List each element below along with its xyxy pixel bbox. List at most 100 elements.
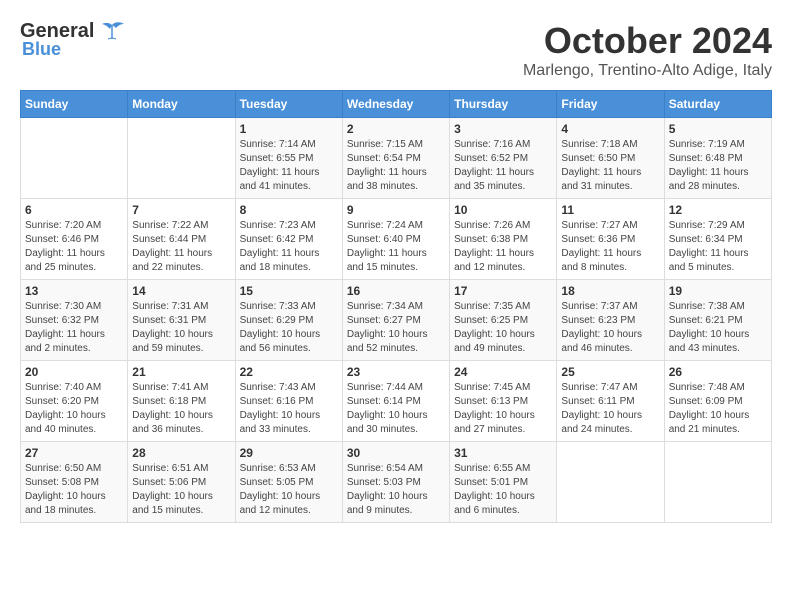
day-detail: Sunrise: 7:40 AM Sunset: 6:20 PM Dayligh… [25, 381, 123, 437]
day-detail: Sunrise: 7:38 AM Sunset: 6:21 PM Dayligh… [669, 300, 767, 356]
day-number: 31 [454, 446, 552, 460]
calendar-cell: 5 Sunrise: 7:19 AM Sunset: 6:48 PM Daylig… [664, 118, 771, 199]
day-detail: Sunrise: 7:24 AM Sunset: 6:40 PM Dayligh… [347, 219, 445, 275]
calendar-cell: 15 Sunrise: 7:33 AM Sunset: 6:29 PM Dayli… [235, 280, 342, 361]
calendar-cell: 8Sunrise: 7:23 AM Sunset: 6:42 PM Daylig… [235, 199, 342, 280]
calendar-table: SundayMondayTuesdayWednesdayThursdayFrid… [20, 90, 772, 523]
calendar-cell: 4 Sunrise: 7:18 AM Sunset: 6:50 PM Daylig… [557, 118, 664, 199]
calendar-cell: 24Sunrise: 7:45 AM Sunset: 6:13 PM Dayli… [450, 361, 557, 442]
day-header-thursday: Thursday [450, 91, 557, 118]
day-number: 15 [240, 284, 338, 298]
day-number: 8 [240, 203, 338, 217]
calendar-cell: 1Sunrise: 7:14 AM Sunset: 6:55 PM Daylig… [235, 118, 342, 199]
day-detail: Sunrise: 7:31 AM Sunset: 6:31 PM Dayligh… [132, 300, 230, 356]
calendar-cell: 21 Sunrise: 7:41 AM Sunset: 6:18 PM Dayli… [128, 361, 235, 442]
calendar-cell: 19 Sunrise: 7:38 AM Sunset: 6:21 PM Dayli… [664, 280, 771, 361]
day-detail: Sunrise: 7:20 AM Sunset: 6:46 PM Dayligh… [25, 219, 123, 275]
month-title: October 2024 [523, 20, 772, 62]
calendar-cell [21, 118, 128, 199]
calendar-cell: 23 Sunrise: 7:44 AM Sunset: 6:14 PM Dayli… [342, 361, 449, 442]
calendar-cell: 7 Sunrise: 7:22 AM Sunset: 6:44 PM Daylig… [128, 199, 235, 280]
calendar-cell: 6 Sunrise: 7:20 AM Sunset: 6:46 PM Daylig… [21, 199, 128, 280]
day-number: 14 [132, 284, 230, 298]
page-header: General Blue October 2024 Marlengo, Tren… [20, 20, 772, 80]
calendar-cell: 17 Sunrise: 7:35 AM Sunset: 6:25 PM Dayli… [450, 280, 557, 361]
logo: General Blue [20, 20, 126, 60]
day-detail: Sunrise: 7:27 AM Sunset: 6:36 PM Dayligh… [561, 219, 659, 275]
day-number: 19 [669, 284, 767, 298]
day-detail: Sunrise: 7:35 AM Sunset: 6:25 PM Dayligh… [454, 300, 552, 356]
logo-blue: Blue [22, 39, 61, 60]
day-detail: Sunrise: 7:47 AM Sunset: 6:11 PM Dayligh… [561, 381, 659, 437]
calendar-cell: 18 Sunrise: 7:37 AM Sunset: 6:23 PM Dayli… [557, 280, 664, 361]
title-block: October 2024 Marlengo, Trentino-Alto Adi… [523, 20, 772, 80]
day-number: 26 [669, 365, 767, 379]
day-detail: Sunrise: 7:34 AM Sunset: 6:27 PM Dayligh… [347, 300, 445, 356]
day-number: 9 [347, 203, 445, 217]
day-number: 2 [347, 122, 445, 136]
day-header-monday: Monday [128, 91, 235, 118]
calendar-cell: 25 Sunrise: 7:47 AM Sunset: 6:11 PM Dayli… [557, 361, 664, 442]
day-detail: Sunrise: 7:43 AM Sunset: 6:16 PM Dayligh… [240, 381, 338, 437]
day-number: 6 [25, 203, 123, 217]
day-number: 12 [669, 203, 767, 217]
day-number: 11 [561, 203, 659, 217]
calendar-cell: 28Sunrise: 6:51 AM Sunset: 5:06 PM Dayli… [128, 442, 235, 523]
day-detail: Sunrise: 7:19 AM Sunset: 6:48 PM Dayligh… [669, 138, 767, 194]
calendar-cell: 31 Sunrise: 6:55 AM Sunset: 5:01 PM Dayli… [450, 442, 557, 523]
calendar-week-2: 6 Sunrise: 7:20 AM Sunset: 6:46 PM Daylig… [21, 199, 772, 280]
day-number: 25 [561, 365, 659, 379]
day-detail: Sunrise: 7:37 AM Sunset: 6:23 PM Dayligh… [561, 300, 659, 356]
day-number: 7 [132, 203, 230, 217]
calendar-cell: 30Sunrise: 6:54 AM Sunset: 5:03 PM Dayli… [342, 442, 449, 523]
day-number: 30 [347, 446, 445, 460]
day-number: 22 [240, 365, 338, 379]
day-detail: Sunrise: 7:41 AM Sunset: 6:18 PM Dayligh… [132, 381, 230, 437]
day-detail: Sunrise: 7:22 AM Sunset: 6:44 PM Dayligh… [132, 219, 230, 275]
calendar-cell: 3 Sunrise: 7:16 AM Sunset: 6:52 PM Daylig… [450, 118, 557, 199]
day-detail: Sunrise: 7:16 AM Sunset: 6:52 PM Dayligh… [454, 138, 552, 194]
calendar-cell: 16 Sunrise: 7:34 AM Sunset: 6:27 PM Dayli… [342, 280, 449, 361]
calendar-week-1: 1Sunrise: 7:14 AM Sunset: 6:55 PM Daylig… [21, 118, 772, 199]
day-number: 16 [347, 284, 445, 298]
calendar-cell: 12 Sunrise: 7:29 AM Sunset: 6:34 PM Dayli… [664, 199, 771, 280]
day-number: 29 [240, 446, 338, 460]
calendar-cell: 11 Sunrise: 7:27 AM Sunset: 6:36 PM Dayli… [557, 199, 664, 280]
day-number: 21 [132, 365, 230, 379]
day-detail: Sunrise: 7:48 AM Sunset: 6:09 PM Dayligh… [669, 381, 767, 437]
day-detail: Sunrise: 7:33 AM Sunset: 6:29 PM Dayligh… [240, 300, 338, 356]
day-header-saturday: Saturday [664, 91, 771, 118]
day-detail: Sunrise: 7:45 AM Sunset: 6:13 PM Dayligh… [454, 381, 552, 437]
day-number: 5 [669, 122, 767, 136]
day-header-sunday: Sunday [21, 91, 128, 118]
day-detail: Sunrise: 7:26 AM Sunset: 6:38 PM Dayligh… [454, 219, 552, 275]
day-detail: Sunrise: 6:50 AM Sunset: 5:08 PM Dayligh… [25, 462, 123, 518]
calendar-cell: 13 Sunrise: 7:30 AM Sunset: 6:32 PM Dayli… [21, 280, 128, 361]
day-detail: Sunrise: 7:29 AM Sunset: 6:34 PM Dayligh… [669, 219, 767, 275]
day-number: 3 [454, 122, 552, 136]
calendar-cell: 10Sunrise: 7:26 AM Sunset: 6:38 PM Dayli… [450, 199, 557, 280]
calendar-cell: 2 Sunrise: 7:15 AM Sunset: 6:54 PM Daylig… [342, 118, 449, 199]
day-detail: Sunrise: 6:51 AM Sunset: 5:06 PM Dayligh… [132, 462, 230, 518]
day-detail: Sunrise: 7:14 AM Sunset: 6:55 PM Dayligh… [240, 138, 338, 194]
day-header-friday: Friday [557, 91, 664, 118]
day-number: 20 [25, 365, 123, 379]
day-header-wednesday: Wednesday [342, 91, 449, 118]
day-detail: Sunrise: 7:15 AM Sunset: 6:54 PM Dayligh… [347, 138, 445, 194]
logo-bird-icon [98, 21, 126, 43]
location-title: Marlengo, Trentino-Alto Adige, Italy [523, 62, 772, 80]
calendar-cell: 14 Sunrise: 7:31 AM Sunset: 6:31 PM Dayli… [128, 280, 235, 361]
day-detail: Sunrise: 7:44 AM Sunset: 6:14 PM Dayligh… [347, 381, 445, 437]
day-number: 13 [25, 284, 123, 298]
day-detail: Sunrise: 7:18 AM Sunset: 6:50 PM Dayligh… [561, 138, 659, 194]
day-number: 17 [454, 284, 552, 298]
calendar-cell [128, 118, 235, 199]
day-detail: Sunrise: 7:30 AM Sunset: 6:32 PM Dayligh… [25, 300, 123, 356]
day-number: 4 [561, 122, 659, 136]
calendar-week-5: 27Sunrise: 6:50 AM Sunset: 5:08 PM Dayli… [21, 442, 772, 523]
calendar-cell: 27Sunrise: 6:50 AM Sunset: 5:08 PM Dayli… [21, 442, 128, 523]
calendar-cell: 26 Sunrise: 7:48 AM Sunset: 6:09 PM Dayli… [664, 361, 771, 442]
day-number: 18 [561, 284, 659, 298]
day-detail: Sunrise: 6:55 AM Sunset: 5:01 PM Dayligh… [454, 462, 552, 518]
day-number: 23 [347, 365, 445, 379]
